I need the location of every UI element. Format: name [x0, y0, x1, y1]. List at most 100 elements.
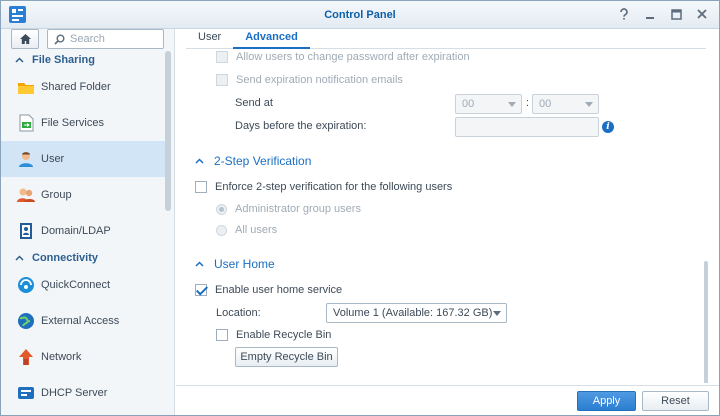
- folder-icon: [17, 78, 35, 96]
- enforce-2sv-checkbox[interactable]: [195, 181, 207, 193]
- send-notification-row: Send expiration notification emails: [216, 74, 403, 86]
- allow-change-password-label: Allow users to change password after exp…: [236, 51, 470, 63]
- allow-change-password-checkbox[interactable]: [216, 51, 228, 63]
- user-home-section-title[interactable]: User Home: [195, 257, 275, 271]
- home-button[interactable]: [11, 29, 39, 49]
- sidebar-item-domain-ldap[interactable]: Domain/LDAP: [1, 213, 167, 249]
- chevron-down-icon: [585, 102, 593, 107]
- admin-users-row: Administrator group users: [216, 203, 361, 215]
- sidebar-item-label: Group: [41, 189, 72, 201]
- tab-advanced[interactable]: Advanced: [233, 29, 310, 49]
- sidebar-item-label: Shared Folder: [41, 81, 111, 93]
- recycle-bin-label: Enable Recycle Bin: [236, 329, 332, 341]
- window-title: Control Panel: [324, 9, 396, 21]
- content-scrollbar[interactable]: [704, 261, 708, 383]
- tab-user[interactable]: User: [186, 29, 233, 49]
- file-services-icon: [17, 114, 35, 132]
- location-label: Location:: [216, 307, 261, 319]
- admin-users-label: Administrator group users: [235, 203, 361, 215]
- globe-icon: [17, 312, 35, 330]
- search-input[interactable]: [70, 33, 160, 45]
- chevron-up-icon: [15, 255, 24, 261]
- enforce-2sv-label: Enforce 2-step verification for the foll…: [215, 181, 453, 193]
- hour-select[interactable]: 00: [455, 94, 522, 114]
- user-home-title: User Home: [214, 257, 275, 271]
- all-users-radio[interactable]: [216, 224, 227, 236]
- sidebar-item-shared-folder[interactable]: Shared Folder: [1, 69, 167, 105]
- chevron-down-icon: [493, 311, 501, 316]
- sidebar-item-user[interactable]: User: [1, 141, 167, 177]
- enable-home-checkbox[interactable]: [195, 284, 207, 296]
- minimize-icon[interactable]: [643, 7, 657, 21]
- network-icon: [17, 348, 35, 366]
- chevron-up-icon: [195, 261, 204, 267]
- location-value: Volume 1 (Available: 167.32 GB): [333, 307, 493, 319]
- sidebar-item-label: User: [41, 153, 65, 165]
- minute-value: 00: [539, 98, 552, 110]
- tab-bar: User Advanced: [186, 29, 706, 49]
- section-file-sharing[interactable]: File Sharing: [1, 51, 167, 69]
- search-box[interactable]: [47, 29, 164, 49]
- user-icon: [17, 150, 35, 168]
- enable-home-label: Enable user home service: [215, 284, 343, 296]
- minute-select[interactable]: 00: [532, 94, 599, 114]
- advanced-settings: Allow users to change password after exp…: [176, 51, 719, 383]
- days-before-label: Days before the expiration:: [235, 120, 367, 132]
- time-separator: :: [526, 97, 530, 109]
- send-at-label: Send at: [235, 97, 273, 109]
- chevron-up-icon: [195, 158, 204, 164]
- two-step-section-title[interactable]: 2-Step Verification: [195, 154, 311, 168]
- sidebar-item-quickconnect[interactable]: QuickConnect: [1, 267, 167, 303]
- recycle-bin-checkbox[interactable]: [216, 329, 228, 341]
- group-icon: [17, 186, 35, 204]
- recycle-bin-row: Enable Recycle Bin: [216, 329, 331, 341]
- help-icon[interactable]: [617, 7, 631, 21]
- sidebar-item-dhcp-server[interactable]: DHCP Server: [1, 375, 167, 411]
- reset-button[interactable]: Reset: [642, 391, 709, 411]
- main-panel: User Advanced Allow users to change pass…: [176, 29, 719, 415]
- footer: Apply Reset: [176, 385, 719, 415]
- enable-home-row: Enable user home service: [195, 284, 342, 296]
- control-panel-window: Control Panel File S: [0, 0, 720, 416]
- location-select[interactable]: Volume 1 (Available: 167.32 GB): [326, 303, 507, 323]
- send-notification-checkbox[interactable]: [216, 74, 228, 86]
- section-label: File Sharing: [32, 54, 95, 66]
- sidebar-item-label: External Access: [41, 315, 120, 327]
- allow-change-password-row: Allow users to change password after exp…: [216, 51, 470, 63]
- chevron-down-icon: [508, 102, 516, 107]
- sidebar-item-external-access[interactable]: External Access: [1, 303, 167, 339]
- all-users-row: All users: [216, 224, 277, 236]
- quickconnect-icon: [17, 276, 35, 294]
- title-bar: Control Panel: [1, 1, 719, 29]
- sidebar-scrollbar[interactable]: [165, 51, 171, 211]
- two-step-title: 2-Step Verification: [214, 154, 312, 168]
- dhcp-icon: [17, 384, 35, 402]
- sidebar-item-label: Network: [41, 351, 82, 363]
- sidebar: File Sharing Shared Folder File Services…: [1, 29, 175, 415]
- hour-value: 00: [462, 98, 475, 110]
- chevron-up-icon: [15, 57, 24, 63]
- days-before-input[interactable]: [455, 117, 599, 137]
- sidebar-item-label: DHCP Server: [41, 387, 108, 399]
- info-icon[interactable]: i: [602, 121, 614, 133]
- apply-button[interactable]: Apply: [577, 391, 636, 411]
- search-icon: [54, 34, 65, 45]
- enforce-2sv-row: Enforce 2-step verification for the foll…: [195, 181, 452, 193]
- section-label: Connectivity: [32, 252, 99, 264]
- sidebar-item-network[interactable]: Network: [1, 339, 167, 375]
- sidebar-item-file-services[interactable]: File Services: [1, 105, 167, 141]
- domain-icon: [17, 222, 35, 240]
- close-icon[interactable]: [695, 7, 709, 21]
- sidebar-item-group[interactable]: Group: [1, 177, 167, 213]
- all-users-label: All users: [235, 224, 278, 236]
- send-notification-label: Send expiration notification emails: [236, 74, 403, 86]
- empty-recycle-bin-button[interactable]: Empty Recycle Bin: [235, 347, 338, 367]
- sidebar-item-label: File Services: [41, 117, 104, 129]
- home-icon: [19, 34, 31, 44]
- admin-users-radio[interactable]: [216, 203, 227, 215]
- section-connectivity[interactable]: Connectivity: [1, 249, 167, 267]
- sidebar-item-label: Domain/LDAP: [41, 225, 111, 237]
- sidebar-item-label: QuickConnect: [41, 279, 111, 291]
- sidebar-list: File Sharing Shared Folder File Services…: [1, 51, 167, 411]
- maximize-icon[interactable]: [669, 7, 683, 21]
